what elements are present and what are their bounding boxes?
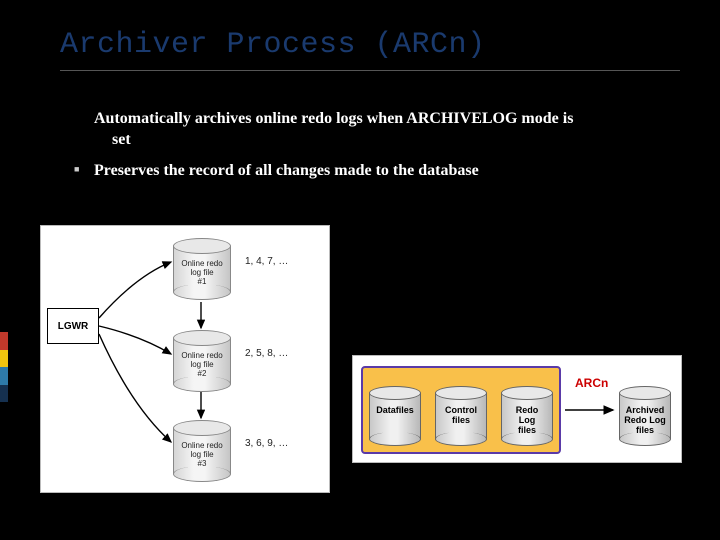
control-files-cylinder: Control files <box>435 386 487 446</box>
bullet-main: Automatically archives online redo logs … <box>72 109 672 151</box>
datafiles-cylinder: Datafiles <box>369 386 421 446</box>
redo-log-cylinder-2: Online redo log file #2 <box>173 330 231 392</box>
color-accent-bar <box>0 332 8 402</box>
accent-2 <box>0 350 8 368</box>
bullet-main-line1: Automatically archives online redo logs … <box>94 110 573 127</box>
accent-1 <box>0 332 8 350</box>
seq-label-1: 1, 4, 7, … <box>245 256 288 267</box>
arcn-label: ARCn <box>575 376 608 390</box>
bullet-main-line2: set <box>112 130 672 151</box>
arcn-diagram: Datafiles Control files Redo Log files A… <box>352 355 682 463</box>
lgwr-diagram: LGWR Online redo log file #1 1, 4, 7, … … <box>40 225 330 493</box>
diagrams-area: LGWR Online redo log file #1 1, 4, 7, … … <box>40 225 700 520</box>
content-area: Automatically archives online redo logs … <box>0 71 720 181</box>
redo-log-cylinder-1: Online redo log file #1 <box>173 238 231 300</box>
archived-redo-log-cylinder: Archived Redo Log files <box>619 386 671 446</box>
seq-label-3: 3, 6, 9, … <box>245 438 288 449</box>
redo-log-files-cylinder: Redo Log files <box>501 386 553 446</box>
lgwr-box: LGWR <box>47 308 99 344</box>
seq-label-2: 2, 5, 8, … <box>245 348 288 359</box>
accent-3 <box>0 367 8 385</box>
redo-log-cylinder-3: Online redo log file #3 <box>173 420 231 482</box>
slide-title: Archiver Process (ARCn) <box>0 0 720 70</box>
bullet-sub: Preserves the record of all changes made… <box>72 161 672 182</box>
accent-4 <box>0 385 8 403</box>
